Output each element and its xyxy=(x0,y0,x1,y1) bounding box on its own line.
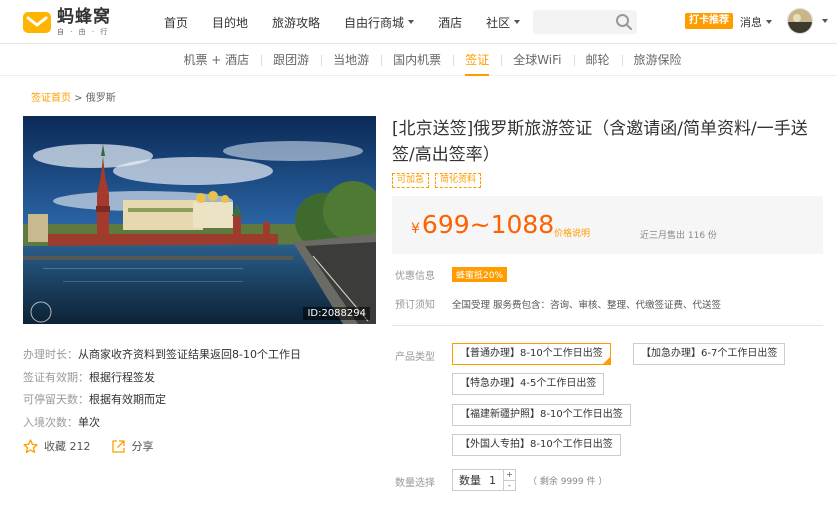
tab-cruise[interactable]: 邮轮 xyxy=(573,44,622,76)
type-option-foreigner[interactable]: 【外国人专拍】8-10个工作日出签 xyxy=(452,434,621,456)
tab-domestic-flight[interactable]: 国内机票 xyxy=(381,44,453,76)
increment-button[interactable]: + xyxy=(504,470,515,480)
messages-menu[interactable]: 消息 xyxy=(740,14,772,30)
tab-visa[interactable]: 签证 xyxy=(453,44,501,76)
logo-slogan: 自 · 由 · 行 xyxy=(57,27,110,36)
nav-destination[interactable]: 目的地 xyxy=(212,14,248,31)
actions-bar: 收藏 212 分享 xyxy=(23,438,174,454)
breadcrumb-visa-home[interactable]: 签证首页 xyxy=(31,93,71,104)
decrement-button[interactable]: - xyxy=(504,479,515,491)
breadcrumb: 签证首页 > 俄罗斯 xyxy=(31,89,116,104)
breadcrumb-separator: > xyxy=(71,93,86,104)
punch-recommend-button[interactable]: 打卡推荐 xyxy=(685,13,733,29)
tag-expedite: 可加急 xyxy=(392,173,430,188)
info-validity: 签证有效期：根据行程签发 xyxy=(23,370,155,384)
favorite-button[interactable]: 收藏 212 xyxy=(23,438,91,454)
chevron-down-icon xyxy=(766,20,772,24)
nav-guides[interactable]: 旅游攻略 xyxy=(272,14,320,31)
nav-home[interactable]: 首页 xyxy=(164,14,188,31)
logo[interactable]: 蚂蜂窝 自 · 由 · 行 xyxy=(22,7,132,37)
kremlin-photo xyxy=(23,116,376,324)
offer-badge[interactable]: 蜂蜜抵20% xyxy=(452,267,508,282)
product-type-label: 产品类型 xyxy=(395,352,435,363)
visa-info-list: 办理时长：从商家收齐资料到签证结果返回8-10个工作日 签证有效期：根据行程签发… xyxy=(23,344,301,434)
type-option-express[interactable]: 【特急办理】4-5个工作日出签 xyxy=(452,373,605,395)
avatar[interactable] xyxy=(787,8,813,34)
logo-icon xyxy=(22,9,52,35)
info-stay-days: 可停留天数：根据有效期而定 xyxy=(23,393,166,406)
chevron-down-icon[interactable] xyxy=(822,19,828,23)
info-entries: 入境次数：单次 xyxy=(23,415,100,429)
chevron-down-icon xyxy=(514,20,521,24)
product-title: [北京送签]俄罗斯旅游签证（含邀请函/简单资料/一手送签/高出签率） xyxy=(392,119,808,165)
search-input[interactable] xyxy=(533,10,637,34)
tab-flight-hotel[interactable]: 机票 + 酒店 xyxy=(171,44,261,76)
tab-insurance[interactable]: 旅游保险 xyxy=(621,44,694,76)
nav-mall[interactable]: 自由行商城 xyxy=(344,14,415,31)
image-id-label: ID:2088294 xyxy=(303,307,370,320)
nav-hotel[interactable]: 酒店 xyxy=(438,14,462,31)
search-icon[interactable] xyxy=(615,13,633,31)
favorite-count: 212 xyxy=(69,439,91,453)
breadcrumb-current: 俄罗斯 xyxy=(85,93,116,104)
tag-simplified-docs: 简化资料 xyxy=(435,173,482,188)
share-button[interactable]: 分享 xyxy=(111,438,154,454)
price-explanation-link[interactable]: 价格说明 xyxy=(554,226,590,239)
price-box: ¥699~1088 价格说明 近三月售出 116 份 xyxy=(392,196,823,254)
tab-group-tour[interactable]: 跟团游 xyxy=(261,44,321,76)
offer-row: 优惠信息 蜂蜜抵20% xyxy=(395,267,508,282)
logo-text: 蚂蜂窝 xyxy=(57,6,111,27)
type-option-fujian-xinjiang[interactable]: 【福建新疆护照】8-10个工作日出签 xyxy=(452,404,631,426)
sold-count: 近三月售出 116 份 xyxy=(640,231,717,241)
notice-row: 预订须知 全国受理 服务费包含：咨询、审核、整理、代缴签证费、代送签 xyxy=(395,296,722,312)
sub-nav: 机票 + 酒店 跟团游 当地游 国内机票 签证 全球WiFi 邮轮 旅游保险 xyxy=(0,44,837,76)
main-nav: 首页 目的地 旅游攻略 自由行商城 酒店 社区 xyxy=(152,0,532,44)
tab-local-tour[interactable]: 当地游 xyxy=(321,44,381,76)
divider xyxy=(392,325,823,326)
product-tags: 可加急 简化资料 xyxy=(392,173,487,188)
notice-text: 全国受理 服务费包含：咨询、审核、整理、代缴签证费、代送签 xyxy=(452,299,722,311)
quantity-label: 数量选择 xyxy=(395,478,435,489)
stock-remaining: （ 剩余 9999 件 ） xyxy=(528,477,608,487)
chevron-down-icon xyxy=(408,20,415,24)
tab-global-wifi[interactable]: 全球WiFi xyxy=(501,44,573,76)
quantity-value[interactable]: 1 xyxy=(489,474,496,487)
top-header: 蚂蜂窝 自 · 由 · 行 首页 目的地 旅游攻略 自由行商城 酒店 社区 打卡… xyxy=(0,0,837,44)
nav-community[interactable]: 社区 xyxy=(486,14,521,31)
share-icon xyxy=(111,439,125,453)
product-image[interactable]: ID:2088294 xyxy=(23,116,376,324)
type-option-standard[interactable]: 【普通办理】8-10个工作日出签 xyxy=(452,343,611,365)
type-option-urgent[interactable]: 【加急办理】6-7个工作日出签 xyxy=(633,343,786,365)
price: ¥699~1088 xyxy=(411,210,555,239)
info-processing-time: 办理时长：从商家收齐资料到签证结果返回8-10个工作日 xyxy=(23,348,301,361)
star-icon xyxy=(23,438,38,453)
quantity-stepper[interactable]: 数量 1 + - xyxy=(452,469,516,491)
